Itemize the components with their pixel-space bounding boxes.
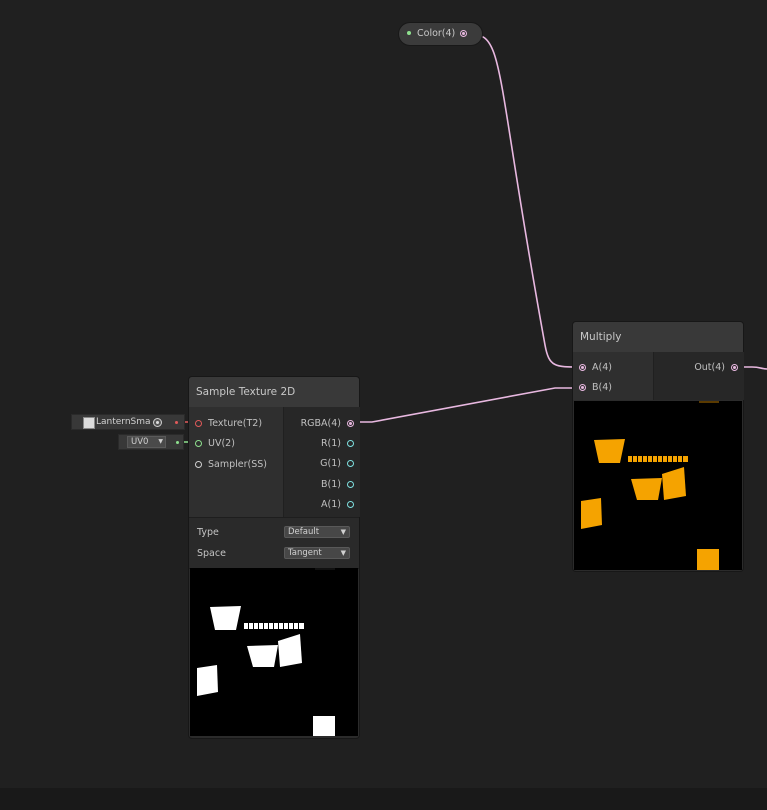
texture-thumbnail-icon [83,417,95,429]
chevron-down-icon: ▼ [158,438,163,445]
port-connector-icon[interactable] [347,419,354,427]
port-connector-icon[interactable] [347,480,354,488]
port-connector-icon[interactable] [731,363,738,371]
port-label: Out(4) [694,361,725,373]
type-dropdown-value: Default [288,527,320,537]
port-label: A(4) [592,361,612,373]
port-a-input[interactable]: A(4) [579,359,612,375]
port-connector-icon[interactable] [579,383,586,391]
texture-preview [190,568,358,736]
output-ports: Out(4) [653,352,744,400]
color-output-port[interactable] [460,30,467,37]
space-dropdown[interactable]: Tangent ▼ [284,547,350,559]
input-ports: Texture(T2) UV(2) Sampler(SS) [189,407,283,517]
port-uv-input[interactable]: UV(2) [195,435,235,451]
port-a-output[interactable]: A(1) [321,496,354,512]
object-picker-icon[interactable] [153,418,162,427]
port-rgba-output[interactable]: RGBA(4) [301,415,354,431]
multiply-preview [574,401,742,570]
output-ports: RGBA(4) R(1) G(1) B(1) A(1) [283,407,360,517]
uv-dropdown[interactable]: UV0 ▼ [127,436,166,448]
space-dropdown-value: Tangent [288,548,322,558]
port-label: B(1) [321,478,341,490]
bottom-status-bar [0,788,767,810]
port-connector-icon[interactable] [579,363,586,371]
node-title[interactable]: Sample Texture 2D [189,377,359,407]
port-sampler-input[interactable]: Sampler(SS) [195,456,267,472]
port-connector-icon[interactable] [347,500,354,508]
port-label: G(1) [320,457,341,469]
port-connector-icon[interactable] [347,459,354,467]
property-space-label: Space [197,548,226,559]
chevron-down-icon: ▼ [340,549,346,557]
port-label: A(1) [321,498,341,510]
uv-dropdown-value: UV0 [131,437,149,447]
port-connector-icon[interactable] [195,419,202,427]
port-connector-icon[interactable] [347,439,354,447]
port-label: Texture(T2) [208,417,263,429]
port-label: B(4) [592,381,612,393]
node-title[interactable]: Multiply [573,322,743,352]
port-connector-icon[interactable] [195,439,202,447]
port-b-input[interactable]: B(4) [579,379,612,395]
color-property-node[interactable]: Color(4) [399,23,482,45]
preview-image [197,568,335,736]
type-dropdown[interactable]: Default ▼ [284,526,350,538]
port-connector-icon[interactable] [195,460,202,468]
port-label: Sampler(SS) [208,458,267,470]
property-indicator-icon [407,31,411,35]
port-texture-input[interactable]: Texture(T2) [195,415,262,431]
port-b-output[interactable]: B(1) [321,476,354,492]
uv-connector-icon [176,441,179,444]
texture-connector-icon [175,421,178,424]
port-label: RGBA(4) [300,417,341,429]
color-node-label: Color(4) [417,28,456,39]
port-label: R(1) [320,437,341,449]
port-label: UV(2) [208,437,235,449]
property-type-label: Type [197,527,219,538]
node-properties: Type Default ▼ Space Tangent ▼ [189,517,359,569]
chevron-down-icon: ▼ [340,528,346,536]
uv-inline-field[interactable]: UV0 ▼ [118,434,184,450]
multiply-node[interactable]: Multiply A(4) B(4) Out(4) [573,322,744,571]
sample-texture-2d-node[interactable]: Sample Texture 2D Texture(T2) UV(2) Samp… [189,377,360,738]
texture-field-value: LanternSma [96,417,151,427]
wire-rgba-to-multiply-b[interactable] [353,387,580,423]
input-ports: A(4) B(4) [573,352,653,400]
port-g-output[interactable]: G(1) [320,455,354,471]
port-r-output[interactable]: R(1) [321,435,354,451]
port-out-output[interactable]: Out(4) [694,359,738,375]
texture-inline-field[interactable]: LanternSma [71,414,185,430]
preview-image [581,401,719,570]
wire-color-to-multiply-a[interactable] [469,33,581,368]
